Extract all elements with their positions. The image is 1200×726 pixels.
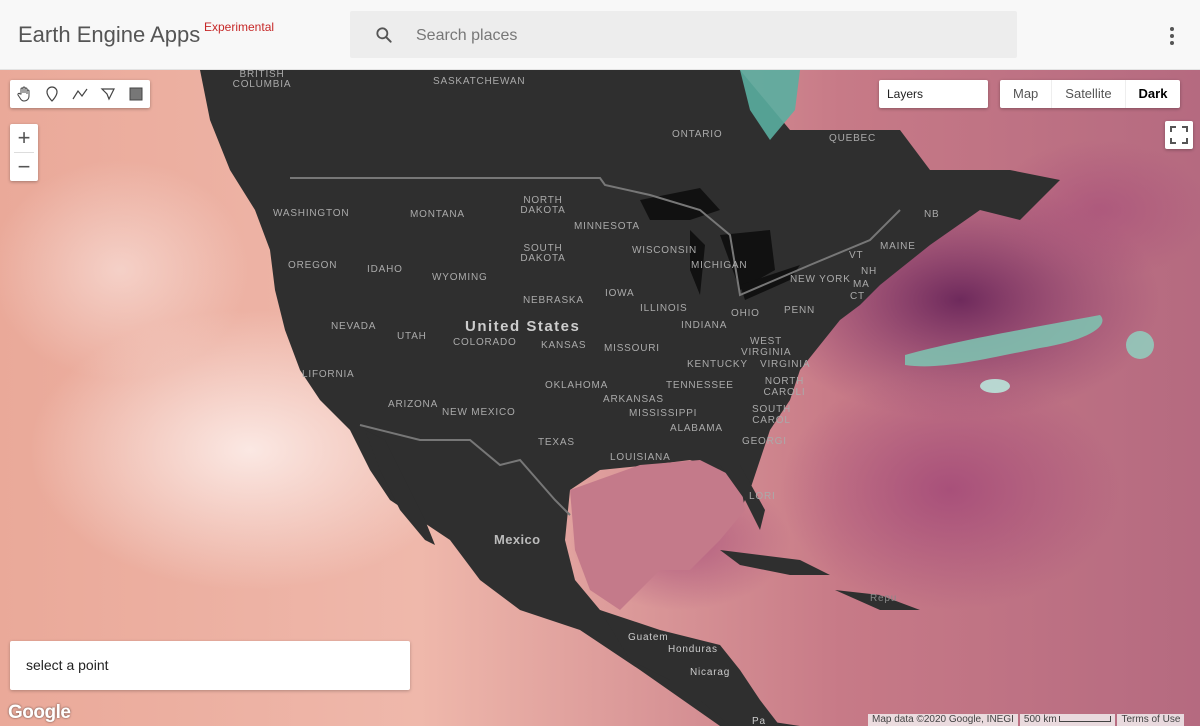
map-label-pa: Pa <box>752 716 766 726</box>
map-type-satellite[interactable]: Satellite <box>1052 80 1126 108</box>
map-label-georgia: GEORGI <box>742 436 787 447</box>
map-label-south-carolina: SOUTH CAROL <box>752 404 791 426</box>
map-label-north-dakota: NORTH DAKOTA <box>520 195 566 216</box>
map-label-ma: MA <box>853 279 870 290</box>
map-label-ct: CT <box>850 291 865 302</box>
map-canvas[interactable]: BRITISH COLUMBIA SASKATCHEWAN ONTARIO QU… <box>0 70 1200 726</box>
zoom-in-button[interactable]: + <box>10 124 38 152</box>
map-label-colorado: COLORADO <box>453 337 517 348</box>
map-label-mexico: Mexico <box>494 532 541 547</box>
polygon-icon <box>100 88 115 101</box>
fullscreen-button[interactable] <box>1165 121 1193 149</box>
google-logo[interactable]: Google <box>8 702 71 724</box>
search-icon[interactable] <box>374 25 394 45</box>
map-type-map[interactable]: Map <box>1000 80 1053 108</box>
map-label-guatemala: Guatem <box>628 632 669 643</box>
map-label-north-carolina: NORTH CAROLI <box>763 376 806 398</box>
scale-line <box>1059 716 1112 723</box>
map-label-maine: MAINE <box>880 241 916 252</box>
map-label-virginia: VIRGINIA <box>760 359 811 370</box>
polyline-icon <box>72 88 88 100</box>
map-label-new-mexico: NEW MEXICO <box>442 407 516 418</box>
map-type-control: Map Satellite Dark <box>1000 80 1181 108</box>
map-label-nebraska: NEBRASKA <box>523 295 584 306</box>
map-label-idaho: IDAHO <box>367 264 403 275</box>
map-label-new-york: NEW YORK <box>790 274 851 285</box>
terms-link[interactable]: Terms of Use <box>1117 714 1185 726</box>
map-label-florida: LORI <box>749 491 776 502</box>
line-tool-button[interactable] <box>66 80 94 108</box>
map-label-south-dakota: SOUTH DAKOTA <box>520 243 566 264</box>
map-type-dark[interactable]: Dark <box>1126 80 1181 108</box>
map-label-ontario: ONTARIO <box>672 129 723 140</box>
map-label-missouri: MISSOURI <box>604 343 660 354</box>
map-label-nh: NH <box>861 266 878 277</box>
map-label-texas: TEXAS <box>538 437 575 448</box>
map-label-iowa: IOWA <box>605 288 635 299</box>
map-label-louisiana: LOUISIANA <box>610 452 671 463</box>
map-label-washington: WASHINGTON <box>273 208 350 219</box>
more-menu-icon[interactable] <box>1160 24 1184 48</box>
map-label-wyoming: WYOMING <box>432 272 488 283</box>
experimental-badge: Experimental <box>204 20 275 34</box>
search-box[interactable] <box>350 11 1017 60</box>
map-label-kentucky: KENTUCKY <box>687 359 748 370</box>
map-label-alabama: ALABAMA <box>670 423 723 434</box>
map-label-west-virginia: WEST VIRGINIA <box>741 336 792 358</box>
top-bar: Earth Engine Apps Experimental <box>0 0 1200 70</box>
map-label-wisconsin: WISCONSIN <box>632 245 697 256</box>
zoom-control: + − <box>10 124 38 181</box>
map-label-penn: PENN <box>784 305 815 316</box>
map-label-quebec: QUEBEC <box>829 133 877 144</box>
map-label-oklahoma: OKLAHOMA <box>545 380 609 391</box>
polygon-tool-button[interactable] <box>94 80 122 108</box>
map-label-nevada: NEVADA <box>331 321 377 332</box>
drawing-toolbar <box>10 80 150 108</box>
map-graphic[interactable] <box>0 70 1200 726</box>
scale-label: 500 km <box>1023 714 1057 725</box>
map-label-minnesota: MINNESOTA <box>574 221 640 232</box>
app-title[interactable]: Earth Engine Apps <box>18 22 200 48</box>
map-label-michigan: MICHIGAN <box>691 260 748 271</box>
map-data-text[interactable]: Map data ©2020 Google, INEGI <box>868 714 1018 726</box>
map-label-arizona: ARIZONA <box>388 399 439 410</box>
map-label-nb: NB <box>924 209 940 220</box>
layers-button[interactable]: Layers <box>879 80 988 108</box>
search-input[interactable] <box>414 11 998 60</box>
scale-bar[interactable]: 500 km <box>1019 714 1116 726</box>
map-label-british-columbia: BRITISH COLUMBIA <box>232 70 292 90</box>
zoom-out-button[interactable]: − <box>10 153 38 181</box>
map-label-illinois: ILLINOIS <box>640 303 688 314</box>
map-label-saskatchewan: SASKATCHEWAN <box>433 76 526 87</box>
map-attribution: Map data ©2020 Google, INEGI 500 km Term… <box>868 714 1186 726</box>
map-label-oregon: OREGON <box>288 260 338 271</box>
map-label-honduras: Honduras <box>668 644 718 655</box>
map-label-republic: Repu <box>870 593 898 604</box>
map-label-mississippi: MISSISSIPPI <box>629 408 698 419</box>
map-label-vt: VT <box>849 250 864 261</box>
map-label-montana: MONTANA <box>410 209 465 220</box>
map-label-california: LIFORNIA <box>302 369 355 380</box>
map-label-ohio: OHIO <box>731 308 760 319</box>
fullscreen-icon <box>1170 126 1188 144</box>
point-tool-button[interactable] <box>38 80 66 108</box>
map-label-utah: UTAH <box>397 331 427 342</box>
map-label-tennessee: TENNESSEE <box>666 380 734 391</box>
map-label-indiana: INDIANA <box>681 320 728 331</box>
map-label-nicaragua: Nicarag <box>690 667 731 678</box>
info-panel: select a point <box>10 641 410 690</box>
rectangle-icon <box>129 87 143 101</box>
map-label-united-states: United States <box>465 318 581 335</box>
map-label-arkansas: ARKANSAS <box>603 394 664 405</box>
pan-tool-button[interactable] <box>10 80 38 108</box>
marker-icon <box>46 86 58 102</box>
map-label-kansas: KANSAS <box>541 340 587 351</box>
rectangle-tool-button[interactable] <box>122 80 150 108</box>
hand-icon <box>17 86 30 102</box>
